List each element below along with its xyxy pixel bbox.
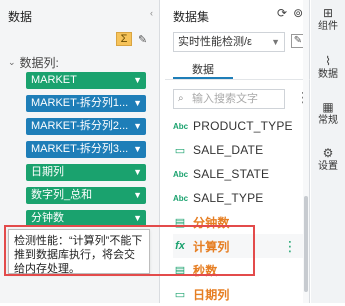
divider <box>165 79 310 80</box>
rail-item-data[interactable]: ⌇ 数据 <box>311 54 345 82</box>
text-type-icon: Abc <box>173 121 189 131</box>
dataset-panel: 数据集 ⟳ ⊚ 实时性能检测/ε ▼ ✎ 数据 ⌕ 输入搜索文字 ⋮ Abc P… <box>165 0 310 303</box>
rail-item-components[interactable]: ⊞ 组件 <box>311 6 345 34</box>
eraser-icon[interactable]: ✎ <box>138 33 147 46</box>
field-name: SALE_DATE <box>193 143 264 157</box>
data-panel: 数据 ‹ Σ ✎ ⌄ 数据列: MARKET ▼ MARKET-拆分列1... ▼ … <box>0 0 160 303</box>
scrollbar[interactable] <box>303 0 309 303</box>
list-item[interactable]: ▤ 秒数 <box>173 258 303 282</box>
dropdown-arrow-icon[interactable]: ▼ <box>133 118 142 135</box>
dropdown-arrow-icon[interactable]: ▼ <box>133 187 142 204</box>
field-label: MARKET-拆分列1... <box>31 97 129 109</box>
formula-icon: fx <box>175 240 185 252</box>
calendar-number-icon: ▤ <box>174 264 186 277</box>
search-icon: ⌕ <box>178 93 184 104</box>
field-name: 分钟数 <box>193 215 230 230</box>
calendar-number-icon: ▤ <box>174 216 186 229</box>
field-name: SALE_STATE <box>193 167 270 181</box>
list-item[interactable]: Abc SALE_TYPE <box>173 186 303 210</box>
search-placeholder: 输入搜索文字 <box>192 93 258 105</box>
more-options-icon[interactable]: ⋮ <box>296 89 310 107</box>
field-pill[interactable]: MARKET ▼ <box>26 72 146 89</box>
rail-label: 组件 <box>318 21 338 32</box>
field-label: 日期列 <box>31 166 64 178</box>
rail-label: 设置 <box>318 161 338 172</box>
field-name: 秒数 <box>193 263 218 278</box>
chevron-down-icon: ⌄ <box>8 57 16 67</box>
dataset-field-list: Abc PRODUCT_TYPE ▭ SALE_DATE Abc SALE_ST… <box>173 114 303 306</box>
right-rail: ⊞ 组件 ⌇ 数据 ▦ 常规 ⚙ 设置 <box>311 0 345 303</box>
field-label: MARKET-拆分列3... <box>31 143 129 155</box>
dataset-select-value: 实时性能检测/ε <box>178 36 252 48</box>
field-name: 计算列 <box>193 239 230 254</box>
list-item[interactable]: ▭ SALE_DATE <box>173 138 303 162</box>
field-pill[interactable]: 数字列_总和 ▼ <box>26 187 146 204</box>
field-pill[interactable]: 分钟数 ▼ <box>26 210 146 227</box>
text-type-icon: Abc <box>173 169 189 179</box>
dataset-header-icons: ⟳ ⊚ <box>277 6 303 20</box>
list-item[interactable]: ▤ 分钟数 <box>173 210 303 234</box>
section-label: 数据列: <box>19 56 59 70</box>
rail-label: 数据 <box>318 69 338 80</box>
calendar-icon: ▭ <box>174 288 186 301</box>
text-type-icon: Abc <box>173 193 189 203</box>
collapse-icon[interactable]: ‹ <box>150 8 156 22</box>
list-item[interactable]: Abc SALE_STATE <box>173 162 303 186</box>
rail-item-settings[interactable]: ⚙ 设置 <box>311 146 345 174</box>
sigma-icon[interactable]: Σ <box>116 32 132 46</box>
panel-title: 数据 <box>8 10 33 24</box>
section-header[interactable]: ⌄ 数据列: <box>8 54 59 71</box>
list-item[interactable]: Abc PRODUCT_TYPE <box>173 114 303 138</box>
components-icon: ⊞ <box>322 6 334 20</box>
calendar-icon: ▭ <box>174 144 186 157</box>
field-name: PRODUCT_TYPE <box>193 119 293 133</box>
field-pill[interactable]: MARKET-拆分列3... ▼ <box>26 141 146 158</box>
dataset-select[interactable]: 实时性能检测/ε ▼ <box>173 32 285 52</box>
performance-tooltip: 检测性能：“计算列”不能下推到数据库执行，将会交给内存处理。 <box>8 229 150 275</box>
field-label: MARKET-拆分列2... <box>31 120 129 132</box>
link-icon[interactable]: ⊚ <box>293 6 303 20</box>
field-label: 数字列_总和 <box>31 189 93 201</box>
field-pill[interactable]: MARKET-拆分列2... ▼ <box>26 118 146 135</box>
chart-line-icon: ⌇ <box>325 54 331 68</box>
field-name: SALE_TYPE <box>193 191 264 205</box>
refresh-icon[interactable]: ⟳ <box>277 6 287 20</box>
field-label: MARKET <box>31 74 77 86</box>
dataset-title: 数据集 <box>173 10 210 24</box>
dropdown-arrow-icon[interactable]: ▼ <box>133 210 142 227</box>
dropdown-arrow-icon[interactable]: ▼ <box>133 72 142 89</box>
dropdown-arrow-icon[interactable]: ▼ <box>133 164 142 181</box>
rail-item-general[interactable]: ▦ 常规 <box>311 100 345 128</box>
search-input[interactable]: ⌕ 输入搜索文字 <box>173 89 285 109</box>
field-pill[interactable]: MARKET-拆分列1... ▼ <box>26 95 146 112</box>
list-item[interactable]: ▭ 日期列 <box>173 282 303 306</box>
toolbar: Σ ✎ <box>116 32 147 46</box>
dropdown-arrow-icon[interactable]: ▼ <box>133 95 142 112</box>
dropdown-arrow-icon[interactable]: ▼ <box>133 141 142 158</box>
more-options-icon[interactable]: ⋮ <box>283 238 297 255</box>
field-pill[interactable]: 日期列 ▼ <box>26 164 146 181</box>
list-item[interactable]: fx 计算列 ⋮ <box>173 234 303 258</box>
grid-icon: ▦ <box>322 100 334 114</box>
field-name: 日期列 <box>193 287 230 302</box>
tab-data[interactable]: 数据 <box>173 61 233 77</box>
chevron-down-icon: ▼ <box>271 37 280 47</box>
gear-icon: ⚙ <box>322 146 334 160</box>
scrollbar-thumb[interactable] <box>304 196 308 292</box>
rail-label: 常规 <box>318 115 338 126</box>
field-label: 分钟数 <box>31 212 64 224</box>
